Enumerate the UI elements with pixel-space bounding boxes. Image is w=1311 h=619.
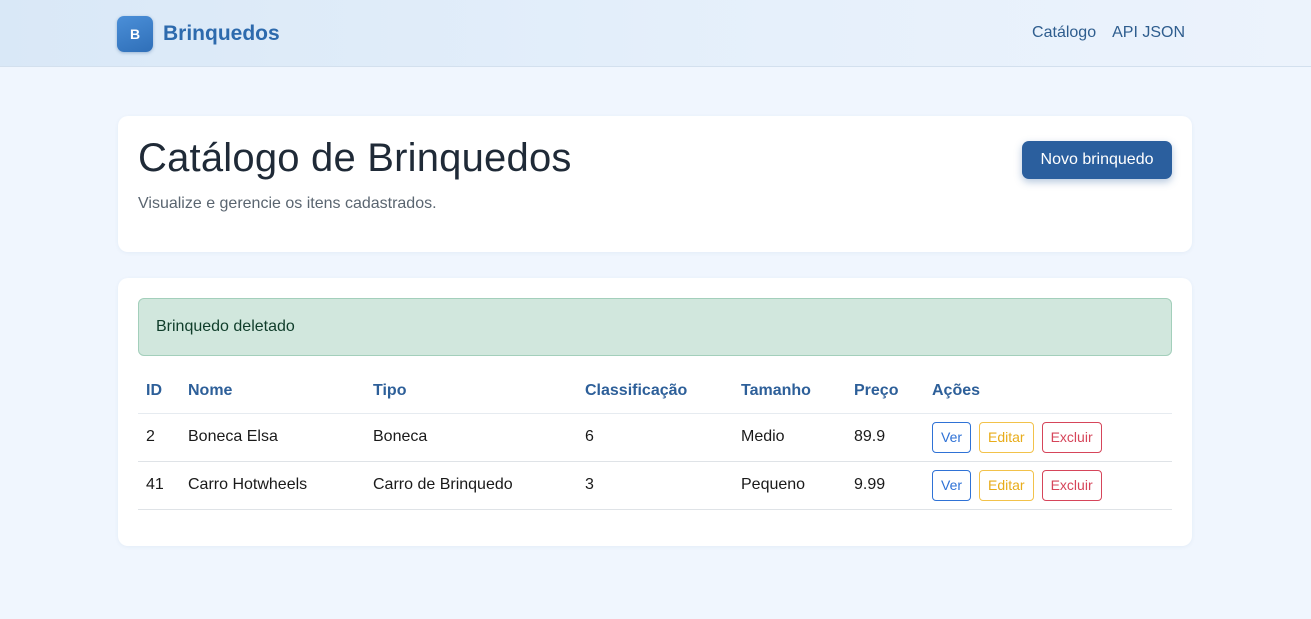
brand-link[interactable]: B Brinquedos [117, 16, 280, 52]
view-button[interactable]: Ver [932, 421, 972, 453]
delete-button[interactable]: Excluir [1041, 421, 1102, 453]
cell-classificacao: 3 [577, 461, 733, 510]
cell-preco: 9.99 [846, 461, 924, 510]
brand-logo-icon: B [117, 16, 153, 52]
column-header-acoes: Ações [924, 370, 1172, 414]
page-title: Catálogo de Brinquedos [138, 136, 572, 180]
row-actions: Ver Editar Excluir [932, 421, 1164, 453]
cell-preco: 89.9 [846, 413, 924, 462]
column-header-id: ID [138, 370, 180, 414]
row-actions: Ver Editar Excluir [932, 469, 1164, 501]
cell-tipo: Carro de Brinquedo [365, 461, 577, 510]
navbar: B Brinquedos Catálogo API JSON [0, 0, 1311, 67]
cell-id: 2 [138, 413, 180, 462]
brand-name: Brinquedos [163, 22, 280, 45]
edit-button[interactable]: Editar [979, 421, 1034, 453]
cell-actions: Ver Editar Excluir [924, 461, 1172, 510]
page-subtitle: Visualize e gerencie os itens cadastrado… [138, 195, 437, 212]
cell-nome: Boneca Elsa [180, 413, 365, 462]
column-header-classificacao: Classificação [577, 370, 733, 414]
nav-link-catalogo[interactable]: Catálogo [1032, 24, 1096, 42]
toys-table: ID Nome Tipo Classificação Tamanho Preço… [138, 370, 1172, 510]
cell-tamanho: Pequeno [733, 461, 846, 510]
nav-link-api-json[interactable]: API JSON [1112, 24, 1185, 42]
view-button[interactable]: Ver [932, 469, 972, 501]
column-header-tipo: Tipo [365, 370, 577, 414]
table-card: Brinquedo deletado ID Nome Tipo Classifi… [118, 278, 1192, 546]
edit-button[interactable]: Editar [979, 469, 1034, 501]
table-row: 41 Carro Hotwheels Carro de Brinquedo 3 … [138, 461, 1172, 510]
success-alert: Brinquedo deletado [138, 298, 1172, 356]
cell-actions: Ver Editar Excluir [924, 413, 1172, 462]
header-card: Catálogo de Brinquedos Visualize e geren… [118, 116, 1192, 252]
cell-nome: Carro Hotwheels [180, 461, 365, 510]
cell-id: 41 [138, 461, 180, 510]
column-header-tamanho: Tamanho [733, 370, 846, 414]
table-header-row: ID Nome Tipo Classificação Tamanho Preço… [138, 370, 1172, 414]
nav-links: Catálogo API JSON [1032, 24, 1185, 42]
column-header-preco: Preço [846, 370, 924, 414]
column-header-nome: Nome [180, 370, 365, 414]
new-toy-button[interactable]: Novo brinquedo [1022, 141, 1172, 179]
cell-tipo: Boneca [365, 413, 577, 462]
cell-classificacao: 6 [577, 413, 733, 462]
delete-button[interactable]: Excluir [1041, 469, 1102, 501]
table-row: 2 Boneca Elsa Boneca 6 Medio 89.9 Ver Ed… [138, 413, 1172, 462]
cell-tamanho: Medio [733, 413, 846, 462]
